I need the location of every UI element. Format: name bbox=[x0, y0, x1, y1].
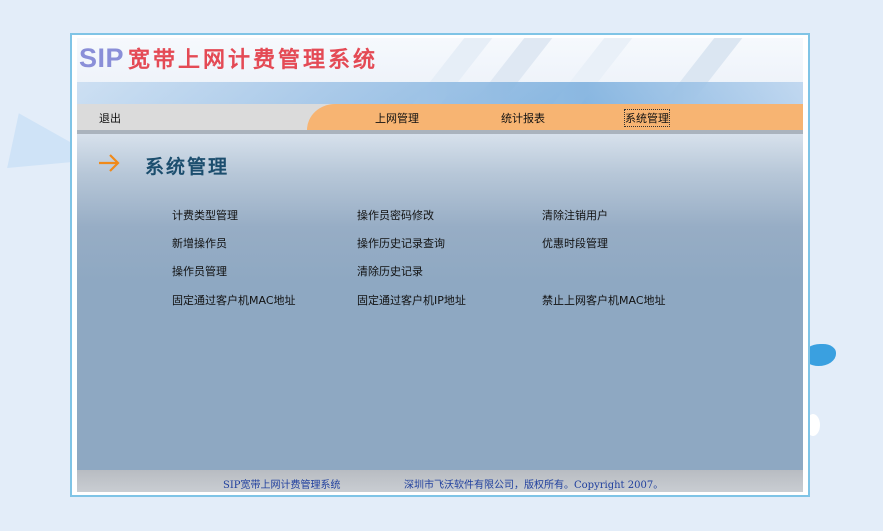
link-block-mac[interactable]: 禁止上网客户机MAC地址 bbox=[542, 292, 666, 308]
link-fixed-pass-mac[interactable]: 固定通过客户机MAC地址 bbox=[172, 292, 296, 308]
link-clear-deregistered-users[interactable]: 清除注销用户 bbox=[542, 207, 608, 223]
section-title: 系统管理 bbox=[145, 156, 230, 178]
main-content: 系统管理 计费类型管理 新增操作员 操作员管理 固定通过客户机MAC地址 操作员… bbox=[77, 134, 803, 467]
link-operator-management[interactable]: 操作员管理 bbox=[172, 263, 227, 279]
header-banner: SIP 宽带上网计费管理系统 bbox=[77, 38, 803, 104]
arrow-right-icon bbox=[99, 154, 120, 172]
link-operation-history-query[interactable]: 操作历史记录查询 bbox=[357, 235, 445, 251]
footer: SIP宽带上网计费管理系统 深圳市飞沃软件有限公司，版权所有。Copyright… bbox=[77, 470, 803, 492]
logout-link[interactable]: 退出 bbox=[99, 110, 121, 126]
nav-item-internet-management[interactable]: 上网管理 bbox=[375, 110, 419, 126]
footer-product: SIP宽带上网计费管理系统 bbox=[223, 480, 341, 491]
top-navbar: 退出 上网管理 统计报表 系统管理 bbox=[77, 104, 803, 134]
app-body: SIP 宽带上网计费管理系统 退出 上网管理 统计报表 系统管理 系统管理 计费类… bbox=[77, 38, 803, 492]
banner-wave bbox=[77, 82, 803, 104]
app-logo: SIP 宽带上网计费管理系统 bbox=[79, 42, 378, 74]
logo-sip: SIP bbox=[79, 43, 125, 73]
link-discount-period-management[interactable]: 优惠时段管理 bbox=[542, 235, 608, 251]
link-add-operator[interactable]: 新增操作员 bbox=[172, 235, 227, 251]
app-window: SIP 宽带上网计费管理系统 退出 上网管理 统计报表 系统管理 系统管理 计费类… bbox=[70, 33, 810, 497]
footer-copyright: 深圳市飞沃软件有限公司，版权所有。Copyright 2007。 bbox=[404, 480, 664, 491]
nav-item-statistics-reports[interactable]: 统计报表 bbox=[501, 110, 545, 126]
link-billing-type-management[interactable]: 计费类型管理 bbox=[172, 207, 238, 223]
logo-title: 宽带上网计费管理系统 bbox=[128, 47, 379, 73]
link-clear-history[interactable]: 清除历史记录 bbox=[357, 263, 423, 279]
link-fixed-pass-ip[interactable]: 固定通过客户机IP地址 bbox=[357, 292, 466, 308]
link-operator-password-change[interactable]: 操作员密码修改 bbox=[357, 207, 434, 223]
nav-item-system-management[interactable]: 系统管理 bbox=[624, 109, 670, 127]
